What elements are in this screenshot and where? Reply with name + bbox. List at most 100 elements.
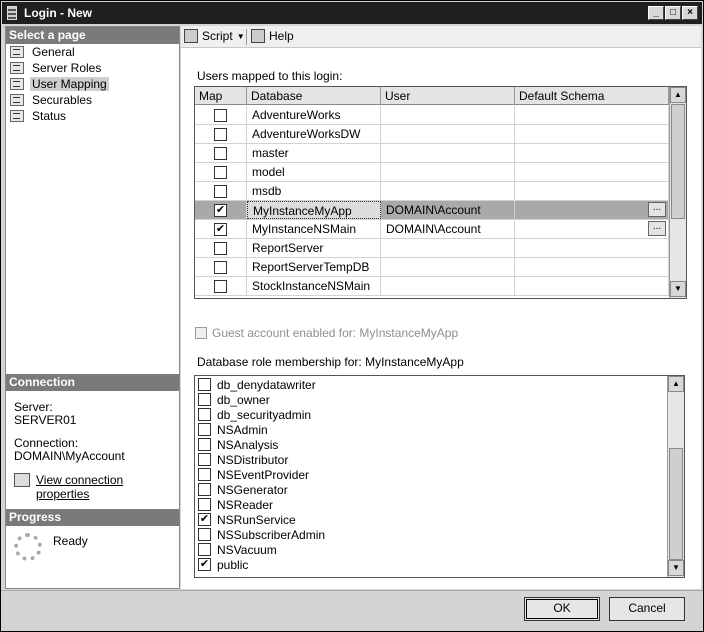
column-user[interactable]: User	[381, 87, 515, 104]
default-schema-cell[interactable]	[515, 106, 669, 124]
list-item[interactable]: ✔ public	[198, 557, 248, 572]
role-checkbox[interactable]	[198, 378, 211, 391]
list-item[interactable]: NSGenerator	[198, 482, 288, 497]
table-row[interactable]: ✔ MyInstanceNSMain DOMAIN\Account...	[195, 220, 669, 239]
roles-scrollbar[interactable]: ▲ ▼	[667, 376, 684, 577]
default-schema-cell[interactable]: ...	[515, 201, 669, 219]
default-schema-cell[interactable]	[515, 239, 669, 257]
list-item[interactable]: db_denydatawriter	[198, 377, 316, 392]
role-checkbox[interactable]	[198, 543, 211, 556]
role-checkbox[interactable]	[198, 453, 211, 466]
minimize-button[interactable]: _	[648, 6, 664, 20]
scroll-up-icon[interactable]: ▲	[670, 87, 686, 103]
table-row[interactable]: ReportServer	[195, 239, 669, 258]
list-item[interactable]: ✔ NSRunService	[198, 512, 296, 527]
page-general[interactable]: General	[10, 44, 175, 60]
grid-scrollbar[interactable]: ▲ ▼	[669, 87, 686, 298]
map-checkbox[interactable]	[214, 279, 227, 293]
close-button[interactable]: ×	[682, 6, 698, 20]
list-item[interactable]: NSEventProvider	[198, 467, 309, 482]
column-map[interactable]: Map	[195, 87, 247, 104]
role-checkbox[interactable]	[198, 483, 211, 496]
guest-account-checkbox[interactable]	[195, 327, 207, 339]
scroll-thumb[interactable]	[669, 448, 683, 560]
list-item[interactable]: NSAnalysis	[198, 437, 278, 452]
schema-browse-button[interactable]: ...	[648, 202, 666, 217]
list-item[interactable]: NSSubscriberAdmin	[198, 527, 325, 542]
role-checkbox[interactable]	[198, 498, 211, 511]
default-schema-cell[interactable]	[515, 277, 669, 295]
maximize-button[interactable]: □	[665, 6, 681, 20]
column-database[interactable]: Database	[247, 87, 381, 104]
role-checkbox[interactable]	[198, 393, 211, 406]
page-server-roles[interactable]: Server Roles	[10, 60, 175, 76]
table-row[interactable]: ReportServerTempDB	[195, 258, 669, 277]
list-item[interactable]: NSDistributor	[198, 452, 288, 467]
role-checkbox[interactable]: ✔	[198, 513, 211, 526]
schema-browse-button[interactable]: ...	[648, 221, 666, 236]
table-row[interactable]: msdb	[195, 182, 669, 201]
role-checkbox[interactable]	[198, 408, 211, 421]
default-schema-cell[interactable]	[515, 125, 669, 143]
scroll-down-icon[interactable]: ▼	[670, 281, 686, 297]
table-row[interactable]: model	[195, 163, 669, 182]
page-user-mapping[interactable]: User Mapping	[10, 76, 175, 92]
column-default-schema[interactable]: Default Schema	[515, 87, 669, 104]
user-cell[interactable]	[381, 258, 515, 276]
role-checkbox[interactable]	[198, 528, 211, 541]
database-cell: StockInstanceNSMain	[247, 277, 381, 295]
role-membership-list: db_denydatawriter db_owner db_securityadmi…	[194, 375, 685, 578]
database-cell: AdventureWorks	[247, 106, 381, 124]
map-checkbox[interactable]	[214, 184, 227, 198]
connection-value: DOMAIN\MyAccount	[14, 449, 125, 463]
role-checkbox[interactable]	[198, 438, 211, 451]
map-checkbox[interactable]: ✔	[214, 222, 227, 236]
map-checkbox[interactable]	[214, 165, 227, 179]
map-checkbox[interactable]: ✔	[214, 203, 227, 217]
user-cell[interactable]	[381, 125, 515, 143]
role-checkbox[interactable]	[198, 423, 211, 436]
map-checkbox[interactable]	[214, 108, 227, 122]
default-schema-cell[interactable]	[515, 182, 669, 200]
user-cell[interactable]	[381, 182, 515, 200]
map-checkbox[interactable]	[214, 260, 227, 274]
map-checkbox[interactable]	[214, 127, 227, 141]
default-schema-cell[interactable]: ...	[515, 220, 669, 238]
progress-status: Ready	[53, 534, 88, 548]
page-status[interactable]: Status	[10, 108, 175, 124]
role-membership-label: Database role membership for: MyInstance…	[197, 355, 464, 369]
cancel-button[interactable]: Cancel	[609, 597, 685, 621]
user-cell[interactable]: DOMAIN\Account	[381, 201, 515, 219]
default-schema-cell[interactable]	[515, 144, 669, 162]
user-cell[interactable]	[381, 144, 515, 162]
list-item[interactable]: db_securityadmin	[198, 407, 311, 422]
table-row[interactable]: ✔ MyInstanceMyApp DOMAIN\Account...	[195, 201, 669, 220]
ok-button[interactable]: OK	[524, 597, 600, 621]
user-cell[interactable]	[381, 163, 515, 181]
default-schema-cell[interactable]	[515, 258, 669, 276]
table-row[interactable]: master	[195, 144, 669, 163]
page-securables[interactable]: Securables	[10, 92, 175, 108]
help-button[interactable]: Help	[251, 29, 294, 43]
scroll-down-icon[interactable]: ▼	[668, 560, 684, 576]
user-cell[interactable]	[381, 239, 515, 257]
list-item[interactable]: NSAdmin	[198, 422, 268, 437]
table-row[interactable]: StockInstanceNSMain	[195, 277, 669, 296]
table-row[interactable]: AdventureWorksDW	[195, 125, 669, 144]
list-item[interactable]: NSReader	[198, 497, 273, 512]
view-connection-properties-link[interactable]: View connection properties	[36, 473, 179, 501]
map-checkbox[interactable]	[214, 146, 227, 160]
script-button[interactable]: Script ▼	[184, 29, 245, 43]
role-checkbox[interactable]: ✔	[198, 558, 211, 571]
scroll-thumb[interactable]	[671, 104, 685, 219]
user-cell[interactable]: DOMAIN\Account	[381, 220, 515, 238]
user-cell[interactable]	[381, 106, 515, 124]
user-cell[interactable]	[381, 277, 515, 295]
list-item[interactable]: NSVacuum	[198, 542, 277, 557]
default-schema-cell[interactable]	[515, 163, 669, 181]
map-checkbox[interactable]	[214, 241, 227, 255]
table-row[interactable]: AdventureWorks	[195, 106, 669, 125]
scroll-up-icon[interactable]: ▲	[668, 376, 684, 392]
role-checkbox[interactable]	[198, 468, 211, 481]
list-item[interactable]: db_owner	[198, 392, 270, 407]
